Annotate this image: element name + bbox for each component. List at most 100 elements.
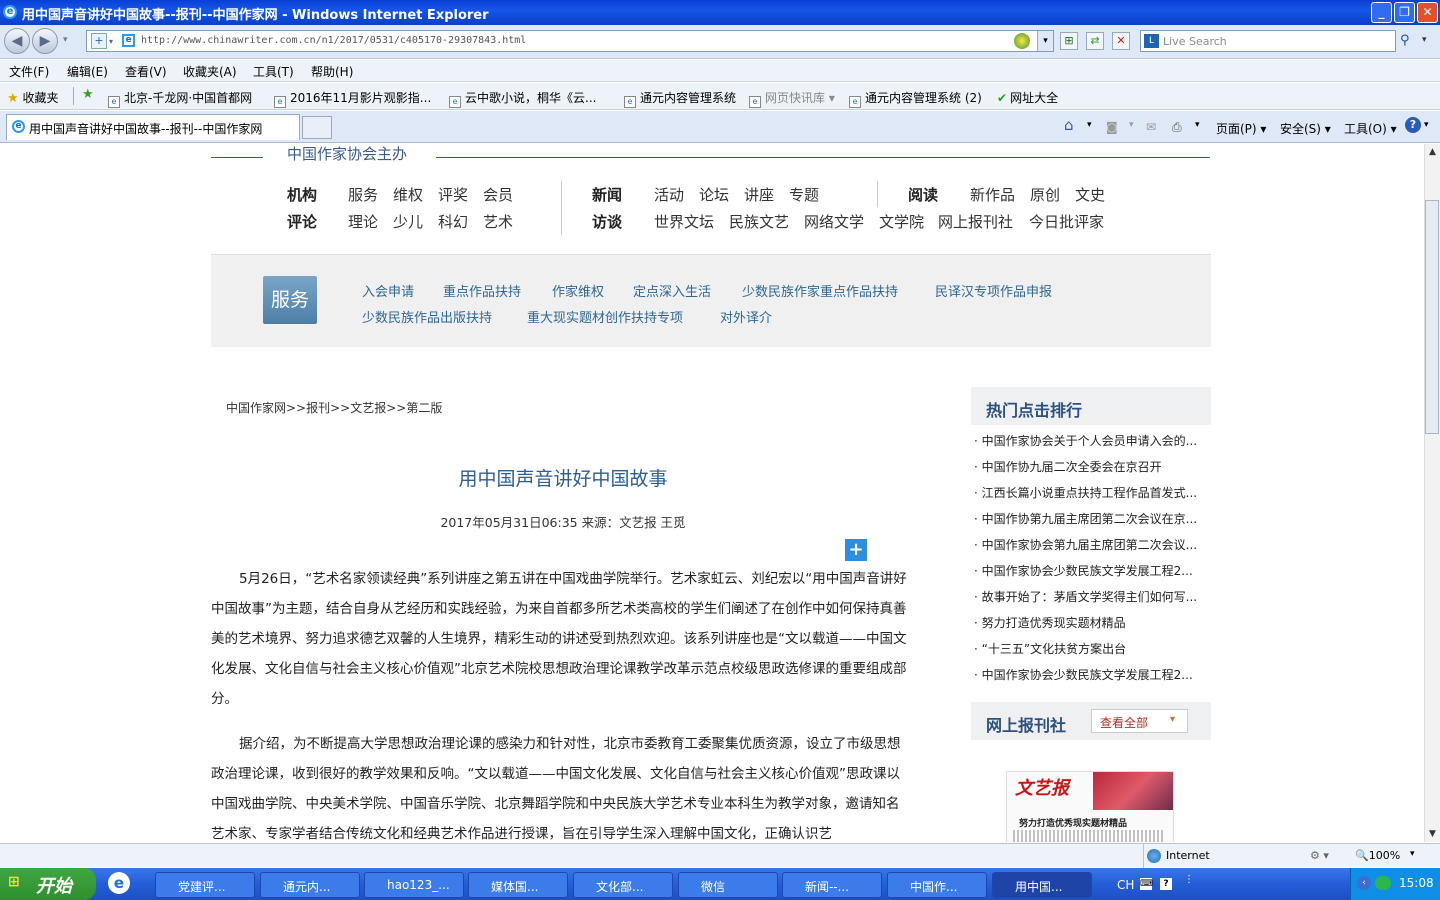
taskbar-item[interactable]: 文化部... [573,872,673,898]
nav-link[interactable]: 维权 [393,184,423,205]
address-bar[interactable]: + ▾ e http://www.chinawriter.com.cn/n1/2… [86,30,1054,52]
search-icon[interactable]: ⚲ [1400,33,1410,48]
favorites-button[interactable]: ★ 收藏夹 [7,89,59,106]
nav-link[interactable]: 评奖 [438,184,468,205]
rss-feed-icon[interactable]: ⊞ [1060,32,1078,50]
service-link[interactable]: 重点作品扶持 [443,281,521,300]
service-link[interactable]: 定点深入生活 [633,281,711,300]
taskbar-item[interactable]: hao123_... [364,872,464,898]
home-icon[interactable]: ⌂ [1064,116,1074,134]
taskbar-item[interactable]: 新闻--... [782,872,882,898]
nav-link[interactable]: 世界文坛 [654,211,714,232]
share-plus-icon[interactable]: + [845,539,867,561]
favorite-item[interactable]: e 通元内容管理系统 [624,89,736,108]
nav-link[interactable]: 网络文学 [804,211,864,232]
nav-link[interactable]: 原创 [1030,184,1060,205]
list-item[interactable]: · “十三五”文化扶贫方案出台 [974,640,1126,657]
hot-link[interactable]: 江西长篇小说重点扶持工程作品首发式... [982,486,1197,500]
hot-link[interactable]: 中国作家协会第九届主席团第二次会议... [982,538,1197,552]
list-item[interactable]: · 故事开始了：茅盾文学奖得主们如何写... [974,588,1197,605]
mail-icon[interactable]: ✉ [1146,120,1156,134]
scroll-up-icon[interactable]: ▲ [1425,144,1440,160]
zoom-control[interactable]: 🔍100% [1355,849,1400,862]
menu-help[interactable]: 帮助(H) [311,63,353,80]
tray-expand-icon[interactable]: ‹ [1357,876,1371,890]
ime-indicator[interactable]: CH [1117,878,1134,892]
nav-link[interactable]: 新作品 [970,184,1015,205]
feeds-icon[interactable]: ◙ [1106,120,1118,134]
nav-link[interactable]: 网上报刊社 [938,211,1013,232]
taskbar-item[interactable]: 媒体国... [468,872,568,898]
zoom-dropdown-icon[interactable]: ▾ [1410,849,1415,859]
protected-mode-icon[interactable]: ⚙ ▾ [1310,849,1329,862]
feeds-dropdown-icon[interactable]: ▾ [1129,120,1134,130]
menu-view[interactable]: 查看(V) [125,63,167,80]
scroll-down-icon[interactable]: ▼ [1425,826,1440,842]
list-item[interactable]: · 中国作家协会第九届主席团第二次会议... [974,536,1197,553]
tab-current[interactable]: e 用中国声音讲好中国故事--报刊--中国作家网 [6,114,300,140]
hot-link[interactable]: 努力打造优秀现实题材精品 [982,616,1126,630]
favorite-item[interactable]: e 通元内容管理系统 (2) [849,89,982,108]
help-dropdown-icon[interactable]: ▾ [1424,120,1429,130]
hot-link[interactable]: 中国作家协会少数民族文学发展工程2... [982,668,1193,682]
nav-link[interactable]: 会员 [483,184,513,205]
scroll-thumb[interactable] [1425,200,1439,434]
stop-icon[interactable]: ✕ [1112,32,1130,50]
menu-file[interactable]: 文件(F) [9,63,49,80]
nav-link[interactable]: 讲座 [744,184,774,205]
add-tab-icon[interactable]: + [91,33,107,49]
new-tab-button[interactable] [302,116,332,139]
menu-favorites[interactable]: 收藏夹(A) [183,63,237,80]
service-link[interactable]: 入会申请 [362,281,414,300]
nav-link[interactable]: 今日批评家 [1029,211,1104,232]
nav-link[interactable]: 论坛 [699,184,729,205]
hot-link[interactable]: 故事开始了：茅盾文学奖得主们如何写... [982,590,1197,604]
maximize-button[interactable]: ❐ [1394,2,1415,23]
hot-link[interactable]: 中国作家协会关于个人会员申请入会的... [982,434,1197,448]
help-icon[interactable]: ? [1405,117,1421,133]
search-input[interactable]: L Live Search [1140,30,1396,52]
chevron-down-icon[interactable]: ▾ [109,37,113,46]
nav-heading-org[interactable]: 机构 [287,184,317,205]
favorite-item[interactable]: e 云中歌小说，桐华《云... [449,89,596,108]
ime-help-icon[interactable]: ? [1160,878,1172,890]
print-dropdown-icon[interactable]: ▾ [1195,120,1200,130]
service-link[interactable]: 重大现实题材创作扶持专项 [527,307,683,326]
keyboard-icon[interactable]: ⌨ [1140,878,1153,890]
taskbar-item[interactable]: 通元内... [260,872,360,898]
page-menu[interactable]: 页面(P) ▾ [1216,120,1266,137]
list-item[interactable]: · 中国作协第九届主席团第二次会议在京... [974,510,1197,527]
favorite-item[interactable]: ✔ 网址大全 [997,89,1058,106]
back-button[interactable]: ◀ [4,28,30,54]
forward-button[interactable]: ▶ [32,28,58,54]
search-options-icon[interactable]: ▾ [1422,35,1427,45]
list-item[interactable]: · 江西长篇小说重点扶持工程作品首发式... [974,484,1197,501]
service-link[interactable]: 少数民族作家重点作品扶持 [742,281,898,300]
refresh-icon[interactable]: ⇄ [1086,32,1104,50]
nav-link[interactable]: 文史 [1075,184,1105,205]
taskbar-item[interactable]: 党建评... [155,872,255,898]
list-item[interactable]: · 努力打造优秀现实题材精品 [974,614,1126,631]
hot-link[interactable]: 中国作协第九届主席团第二次会议在京... [982,512,1197,526]
safety-menu[interactable]: 安全(S) ▾ [1280,120,1331,137]
list-item[interactable]: · 中国作家协会少数民族文学发展工程2... [974,666,1193,683]
nav-heading-review[interactable]: 评论 [287,211,317,232]
nav-link[interactable]: 科幻 [438,211,468,232]
breadcrumb[interactable]: 中国作家网>>报刊>>文艺报>>第二版 [226,399,442,416]
newspaper-thumbnail[interactable]: 文艺报 努力打造优秀现实题材精品 [1006,771,1174,842]
print-icon[interactable]: ⎙ [1172,120,1182,135]
close-button[interactable]: ✕ [1417,2,1438,23]
service-link[interactable]: 少数民族作品出版扶持 [362,307,492,326]
nav-link[interactable]: 民族文艺 [729,211,789,232]
add-favorite-icon[interactable]: ★ [82,87,94,102]
window-title-bar[interactable]: e 用中国声音讲好中国故事--报刊--中国作家网 - Windows Inter… [0,0,1440,25]
nav-heading-reading[interactable]: 阅读 [908,184,938,205]
home-dropdown-icon[interactable]: ▾ [1087,120,1092,130]
address-dropdown-icon[interactable]: ▾ [1037,31,1053,51]
list-item[interactable]: · 中国作协九届二次全委会在京召开 [974,458,1162,475]
nav-link[interactable]: 少儿 [393,211,423,232]
menu-edit[interactable]: 编辑(E) [67,63,108,80]
nav-heading-interview[interactable]: 访谈 [592,211,622,232]
hot-link[interactable]: “十三五”文化扶贫方案出台 [982,642,1126,656]
minimize-button[interactable]: _ [1371,2,1392,23]
